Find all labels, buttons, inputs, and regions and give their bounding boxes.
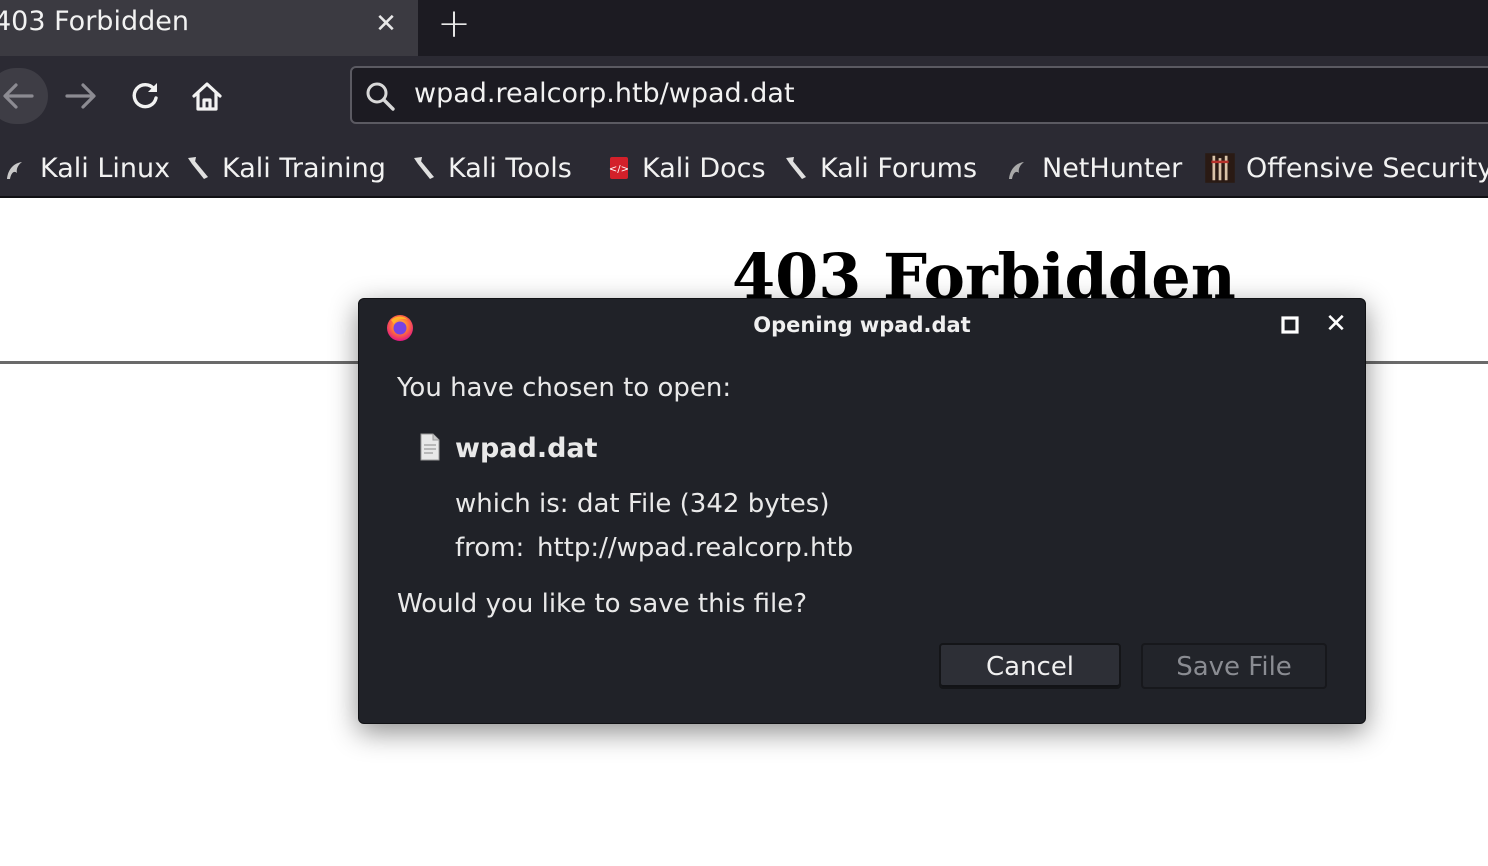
bookmark-nethunter[interactable]: NetHunter [1006, 148, 1182, 188]
tab-active[interactable]: 403 Forbidden ✕ [0, 0, 418, 56]
bookmark-label: Kali Forums [820, 152, 978, 184]
tab-close-icon[interactable]: ✕ [372, 10, 400, 38]
bookmark-label: Offensive Security [1246, 152, 1488, 184]
file-icon [420, 433, 440, 461]
bookmark-label: NetHunter [1042, 152, 1183, 184]
url-text[interactable]: wpad.realcorp.htb/wpad.dat [414, 78, 795, 109]
kali-dragon-icon [188, 157, 208, 179]
file-source-label: from: [455, 533, 525, 563]
kali-dragon-icon [786, 157, 806, 179]
new-tab-icon[interactable]: + [436, 4, 472, 44]
nethunter-icon [1009, 162, 1024, 179]
bookmark-kali-forums[interactable]: Kali Forums [784, 148, 977, 188]
maximize-icon[interactable] [1281, 316, 1299, 334]
save-file-button[interactable]: Save File [1141, 643, 1327, 689]
download-dialog: Opening wpad.dat ✕ You have chosen to op… [358, 298, 1366, 724]
reload-button[interactable] [122, 68, 168, 124]
bookmark-label: Kali Tools [448, 152, 572, 184]
tab-bar: 403 Forbidden ✕ + [0, 0, 1488, 56]
reload-icon [132, 82, 158, 109]
bookmark-label: Kali Training [222, 152, 386, 184]
arrow-right-icon [65, 83, 96, 109]
svg-text:</>: </> [609, 164, 629, 175]
dialog-prompt: You have chosen to open: [397, 373, 732, 403]
bookmark-kali-docs[interactable]: </> Kali Docs [606, 148, 766, 188]
dialog-title: Opening wpad.dat [753, 313, 971, 337]
bookmark-label: Kali Linux [40, 152, 171, 184]
bookmark-offensive-security[interactable]: Offensive Security [1204, 148, 1488, 188]
cancel-button[interactable]: Cancel [939, 643, 1121, 689]
file-type-label: which is: [455, 489, 569, 519]
home-button[interactable] [184, 68, 230, 124]
kali-dragon-icon [414, 157, 434, 179]
file-source-value: http://wpad.realcorp.htb [537, 533, 854, 563]
kali-dragon-icon [7, 162, 22, 179]
bookmark-kali-tools[interactable]: Kali Tools [412, 148, 572, 188]
url-bar[interactable]: wpad.realcorp.htb/wpad.dat [350, 66, 1488, 124]
file-name: wpad.dat [455, 433, 598, 464]
bookmark-kali-training[interactable]: Kali Training [186, 148, 386, 188]
kali-docs-icon: </> [609, 157, 629, 179]
back-button[interactable] [0, 68, 48, 124]
forward-button[interactable] [58, 68, 104, 124]
navigation-toolbar: wpad.realcorp.htb/wpad.dat [0, 56, 1488, 140]
maximize-square-icon [1281, 316, 1299, 334]
file-type-value: dat File (342 bytes) [577, 489, 830, 519]
bookmarks-toolbar: Kali Linux Kali Training Kali Tools </> … [0, 140, 1488, 198]
bookmark-kali-linux[interactable]: Kali Linux [4, 148, 170, 188]
search-icon [366, 82, 395, 111]
offsec-icon [1205, 153, 1235, 183]
close-icon[interactable]: ✕ [1323, 311, 1349, 337]
arrow-left-icon [3, 83, 34, 109]
home-icon [192, 82, 222, 111]
tab-title: 403 Forbidden [0, 6, 189, 37]
bookmark-label: Kali Docs [642, 152, 766, 184]
dialog-question: Would you like to save this file? [397, 589, 808, 619]
